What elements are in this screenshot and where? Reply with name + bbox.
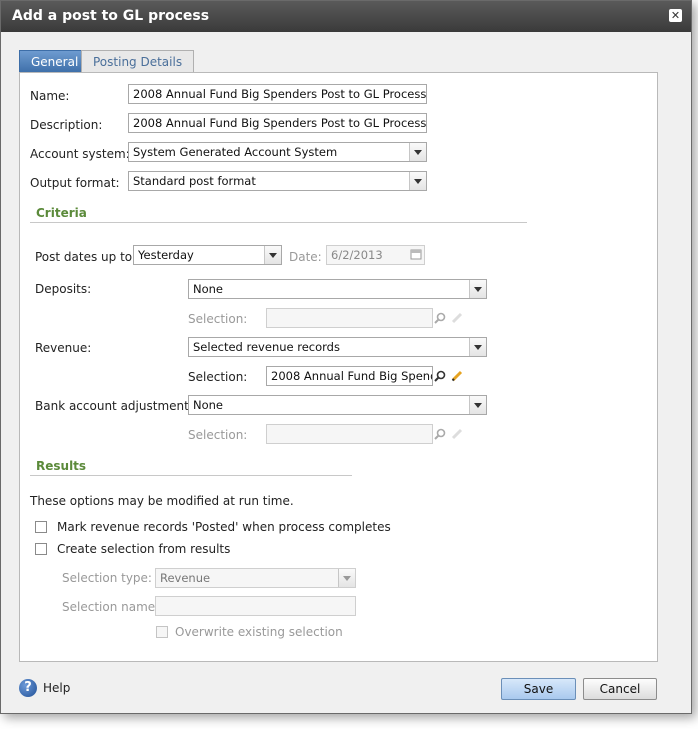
- chevron-down-icon: [338, 569, 355, 587]
- chevron-down-icon[interactable]: [409, 172, 426, 190]
- selection-name-field: [155, 596, 356, 616]
- overwrite-label: Overwrite existing selection: [175, 625, 343, 639]
- criteria-divider: [30, 222, 527, 223]
- bank-selection-label: Selection:: [188, 428, 248, 442]
- chevron-down-icon[interactable]: [264, 246, 281, 264]
- deposits-select[interactable]: None: [188, 279, 487, 299]
- selection-type-select: Revenue: [155, 568, 356, 588]
- post-dates-label: Post dates up to:: [35, 250, 137, 264]
- chevron-down-icon[interactable]: [469, 396, 486, 414]
- dialog-titlebar: Add a post to GL process ✕: [1, 1, 691, 32]
- deposits-selection-field: [266, 308, 433, 328]
- results-note: These options may be modified at run tim…: [30, 494, 294, 508]
- save-button[interactable]: Save: [501, 678, 576, 700]
- cancel-button[interactable]: Cancel: [583, 678, 657, 700]
- selection-type-label: Selection type:: [62, 571, 152, 585]
- name-label: Name:: [30, 89, 70, 103]
- revenue-select[interactable]: Selected revenue records: [188, 337, 487, 357]
- tab-posting-details[interactable]: Posting Details: [81, 50, 195, 73]
- help-link[interactable]: Help: [43, 681, 70, 695]
- date-value: 6/2/2013: [331, 248, 383, 262]
- output-format-label: Output format:: [30, 176, 120, 190]
- bank-adjustments-select[interactable]: None: [188, 395, 487, 415]
- post-dates-value: Yesterday: [138, 248, 194, 262]
- bank-selection-field: [266, 424, 433, 444]
- chevron-down-icon[interactable]: [469, 280, 486, 298]
- selection-name-label: Selection name:: [62, 600, 160, 614]
- name-field[interactable]: 2008 Annual Fund Big Spenders Post to GL…: [128, 84, 427, 104]
- search-icon: [432, 309, 448, 327]
- search-icon[interactable]: [432, 367, 448, 385]
- chevron-down-icon[interactable]: [409, 143, 426, 161]
- selection-type-value: Revenue: [160, 571, 211, 585]
- revenue-label: Revenue:: [35, 341, 92, 355]
- criteria-heading: Criteria: [36, 206, 87, 220]
- account-system-label: Account system:: [30, 147, 130, 161]
- revenue-selection-label: Selection:: [188, 370, 248, 384]
- edit-icon: [449, 309, 465, 327]
- revenue-value: Selected revenue records: [193, 340, 340, 354]
- create-selection-checkbox[interactable]: [35, 543, 47, 555]
- date-label: Date:: [289, 250, 322, 264]
- tab-general[interactable]: General: [19, 50, 91, 73]
- mark-posted-label: Mark revenue records 'Posted' when proce…: [57, 520, 391, 534]
- bank-adjustments-label: Bank account adjustments:: [35, 399, 200, 413]
- bank-adjustments-value: None: [193, 398, 224, 412]
- calendar-icon: [410, 248, 422, 260]
- dialog-title: Add a post to GL process: [12, 8, 210, 24]
- post-dates-select[interactable]: Yesterday: [133, 245, 282, 265]
- create-selection-label: Create selection from results: [57, 542, 231, 556]
- deposits-label: Deposits:: [35, 282, 92, 296]
- results-heading: Results: [36, 459, 87, 473]
- overwrite-checkbox: [156, 626, 168, 638]
- add-post-to-gl-dialog: Add a post to GL process ✕ General Posti…: [0, 0, 692, 714]
- general-panel: Name: 2008 Annual Fund Big Spenders Post…: [19, 72, 658, 662]
- help-icon[interactable]: ?: [19, 679, 37, 697]
- search-icon: [432, 425, 448, 443]
- output-format-select[interactable]: Standard post format: [128, 171, 427, 191]
- description-field[interactable]: 2008 Annual Fund Big Spenders Post to GL…: [128, 113, 427, 133]
- edit-icon: [449, 425, 465, 443]
- output-format-value: Standard post format: [133, 174, 256, 188]
- results-divider: [30, 475, 352, 476]
- revenue-selection-field[interactable]: 2008 Annual Fund Big Spende: [266, 366, 433, 386]
- deposits-value: None: [193, 282, 224, 296]
- description-label: Description:: [30, 118, 103, 132]
- edit-icon[interactable]: [449, 367, 465, 385]
- deposits-selection-label: Selection:: [188, 312, 248, 326]
- mark-posted-checkbox[interactable]: [35, 521, 47, 533]
- close-icon[interactable]: ✕: [669, 9, 682, 22]
- account-system-select[interactable]: System Generated Account System: [128, 142, 427, 162]
- chevron-down-icon[interactable]: [469, 338, 486, 356]
- account-system-value: System Generated Account System: [133, 145, 338, 159]
